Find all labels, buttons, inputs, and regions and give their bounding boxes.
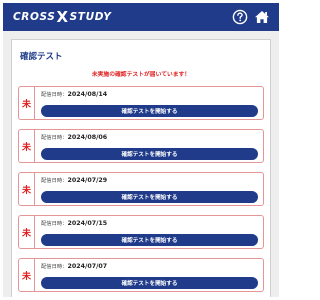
- status-badge: 未: [19, 173, 35, 205]
- test-item-body: 配信日時： 2024/07/07 確認テストを開始する: [35, 259, 263, 291]
- start-test-button[interactable]: 確認テストを開始する: [41, 234, 258, 246]
- test-item: 未 配信日時： 2024/07/15 確認テストを開始する: [18, 215, 264, 249]
- test-item-body: 配信日時： 2024/08/06 確認テストを開始する: [35, 130, 263, 162]
- date-value: 2024/08/06: [67, 134, 108, 141]
- date-label: 配信日時：: [41, 221, 68, 227]
- status-badge: 未: [19, 130, 35, 162]
- logo-text-right: STUDY: [69, 11, 112, 23]
- date-value: 2024/07/15: [67, 220, 108, 227]
- date-value: 2024/07/29: [67, 177, 108, 184]
- date-row: 配信日時： 2024/07/07: [41, 262, 258, 274]
- page-title: 確認テスト: [20, 52, 63, 62]
- test-item-body: 配信日時： 2024/07/15 確認テストを開始する: [35, 216, 263, 248]
- date-label: 配信日時：: [41, 178, 68, 184]
- test-item: 未 配信日時： 2024/08/06 確認テストを開始する: [18, 129, 264, 163]
- test-item-body: 配信日時： 2024/07/29 確認テストを開始する: [35, 173, 263, 205]
- test-list-card: 確認テスト 未実施の確認テストが届いています！ 未 配信日時： 2024/08/…: [11, 39, 271, 297]
- app-header: CROSS X STUDY: [3, 3, 279, 31]
- date-label: 配信日時：: [41, 264, 68, 270]
- test-item-body: 配信日時： 2024/08/14 確認テストを開始する: [35, 87, 263, 119]
- test-item: 未 配信日時： 2024/07/07 確認テストを開始する: [18, 258, 264, 292]
- start-test-button[interactable]: 確認テストを開始する: [41, 191, 258, 203]
- help-icon[interactable]: [232, 9, 248, 25]
- content-area: 確認テスト 未実施の確認テストが届いています！ 未 配信日時： 2024/08/…: [3, 31, 279, 297]
- date-row: 配信日時： 2024/08/14: [41, 90, 258, 102]
- status-badge: 未: [19, 87, 35, 119]
- start-test-button[interactable]: 確認テストを開始する: [41, 105, 258, 117]
- logo-text-left: CROSS: [13, 11, 56, 23]
- logo-x-mark: X: [56, 8, 69, 26]
- pending-alert: 未実施の確認テストが届いています！: [91, 72, 191, 78]
- date-value: 2024/08/14: [67, 91, 108, 98]
- date-label: 配信日時：: [41, 92, 68, 98]
- start-test-button[interactable]: 確認テストを開始する: [41, 148, 258, 160]
- date-value: 2024/07/07: [67, 263, 108, 270]
- home-icon[interactable]: [254, 9, 270, 25]
- date-row: 配信日時： 2024/07/15: [41, 219, 258, 231]
- test-item: 未 配信日時： 2024/08/14 確認テストを開始する: [18, 86, 264, 120]
- date-row: 配信日時： 2024/07/29: [41, 176, 258, 188]
- status-badge: 未: [19, 216, 35, 248]
- header-icons: [232, 9, 270, 25]
- date-row: 配信日時： 2024/08/06: [41, 133, 258, 145]
- date-label: 配信日時：: [41, 135, 68, 141]
- test-item: 未 配信日時： 2024/07/29 確認テストを開始する: [18, 172, 264, 206]
- cross-study-logo[interactable]: CROSS X STUDY: [13, 8, 111, 26]
- start-test-button[interactable]: 確認テストを開始する: [41, 277, 258, 289]
- status-badge: 未: [19, 259, 35, 291]
